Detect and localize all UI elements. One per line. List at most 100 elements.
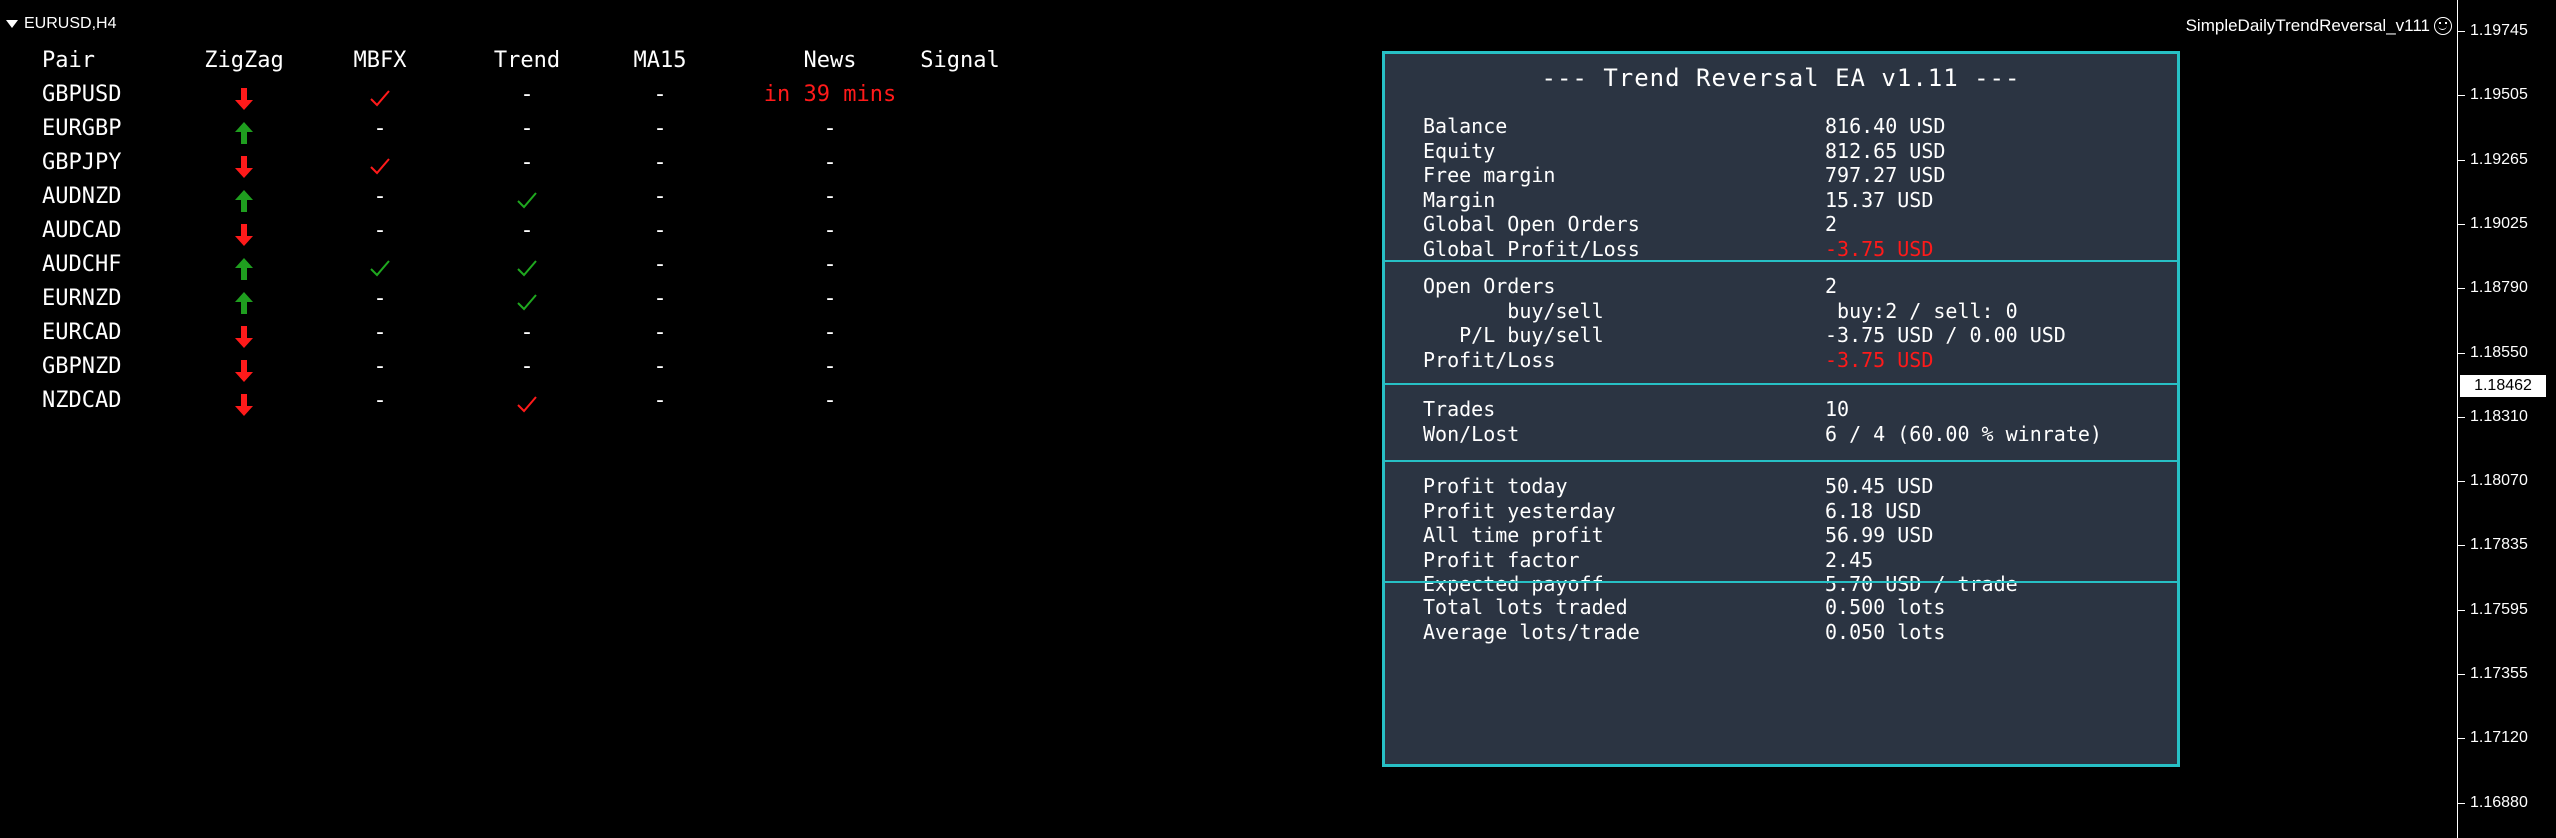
tick-mark [2458,159,2465,161]
panel-row-label: Trades [1423,397,1496,421]
tick-mark [2458,545,2465,547]
trend-cell: - [520,82,534,107]
pair-cell: EURGBP [42,116,122,141]
panel-row: Total lots traded 0.500 lots [1385,595,2177,619]
news-cell: in 39 mins [763,82,897,107]
mbfx-cell: - [373,320,387,345]
pair-cell: EURNZD [42,286,122,311]
arrow-up-icon [233,120,255,146]
news-cell: - [823,116,837,141]
symbol-timeframe: EURUSD,H4 [24,15,117,32]
zigzag-cell [194,184,294,216]
tick-label: 1.19025 [2470,214,2528,232]
current-price-label: 1.18462 [2460,375,2546,397]
mbfx-cell: - [373,388,387,413]
check-green-icon [516,190,538,210]
news-cell: - [823,388,837,413]
panel-title: --- Trend Reversal EA v1.11 --- [1541,64,2021,92]
trend-cell: - [520,150,534,175]
trend-cell [467,388,587,414]
check-red-icon [516,394,538,414]
header-ma15: MA15 [633,48,687,73]
news-cell: - [823,354,837,379]
panel-row-label: Balance [1423,114,1508,138]
tick-mark [2458,416,2465,418]
price-axis[interactable]: 1.19745 1.19505 1.19265 1.19025 1.18790 1.185… [2457,0,2556,838]
zigzag-cell [194,320,294,352]
pair-cell: AUDCAD [42,218,122,243]
panel-row: All time profit 56.99 USD [1385,523,2177,547]
ma15-cell: - [653,116,667,141]
tick-label: 1.17595 [2470,600,2528,618]
panel-row: Average lots/trade 0.050 lots [1385,620,2177,644]
panel-row-value: -3.75 USD [1825,236,1934,261]
price-tick: 1.19505 [2458,86,2556,106]
price-tick: 1.19745 [2458,22,2556,42]
panel-row-label: Equity [1423,138,1496,163]
check-green-icon [369,258,391,278]
zigzag-cell [194,388,294,420]
tick-label: 1.18790 [2470,279,2528,297]
panel-row: Free margin 797.27 USD [1385,163,2177,187]
panel-section: Total lots traded 0.500 lots Average lots/… [1385,581,2177,644]
check-red-icon [369,156,391,176]
ma15-cell: - [653,286,667,311]
mbfx-cell: - [373,218,387,243]
ma15-cell: - [653,82,667,107]
zigzag-cell [194,286,294,318]
panel-row-value: 816.40 USD [1825,114,1946,138]
check-green-icon [516,258,538,278]
panel-row-value: 0.500 lots [1825,595,1946,619]
ma15-cell: - [653,252,667,277]
pair-cell: AUDNZD [42,184,122,209]
tick-label: 1.18070 [2470,472,2528,490]
panel-row: Global Profit/Loss -3.75 USD [1385,237,2177,261]
expert-advisor-label[interactable]: SimpleDailyTrendReversal_v111 [2186,16,2452,36]
tick-label: 1.18550 [2470,343,2528,361]
check-red-icon [369,88,391,108]
news-cell: - [823,150,837,175]
panel-row-label: P/L buy/sell [1423,323,1604,347]
panel-row-value: 2.45 [1825,547,1874,572]
tick-label: 1.16880 [2470,793,2528,811]
panel-row: Global Open Orders 2 [1385,212,2177,236]
panel-row-label: Total lots traded [1423,595,1628,619]
panel-row-label: Margin [1423,187,1496,212]
panel-row: P/L buy/sell -3.75 USD / 0.00 USD [1385,323,2177,347]
panel-row-label: Profit/Loss [1423,347,1556,372]
panel-row: Open Orders 2 [1385,274,2177,298]
panel-row-value: 10 [1825,397,1850,421]
panel-row-label: Expected payoff [1423,572,1604,596]
arrow-down-icon [233,358,255,384]
panel-row: Won/Lost 6 / 4 (60.00 % winrate) [1385,422,2177,446]
tick-mark [2458,738,2465,740]
price-tick: 1.18310 [2458,408,2556,428]
tick-mark [2458,223,2465,225]
panel-row-value: -3.75 USD [1825,347,1934,372]
panel-row-value: 5.70 USD / trade [1825,572,2018,596]
zigzag-cell [194,218,294,250]
price-tick: 1.19265 [2458,151,2556,171]
panel-row-value: 2 [1825,212,1838,236]
trend-cell [467,252,587,278]
header-trend: Trend [493,48,561,73]
ea-info-panel: --- Trend Reversal EA v1.11 --- Balance 8… [1382,51,2180,767]
panel-row-label: Open Orders [1423,274,1556,298]
tick-label: 1.19505 [2470,86,2528,104]
tick-mark [2458,352,2465,354]
pair-cell: AUDCHF [42,252,122,277]
trend-cell: - [520,218,534,243]
price-tick: 1.18070 [2458,472,2556,492]
price-tick: 1.19025 [2458,215,2556,235]
price-tick: 1.17355 [2458,665,2556,685]
price-tick: 1.17595 [2458,601,2556,621]
dropdown-triangle-icon[interactable] [6,20,18,28]
panel-row: Equity 812.65 USD [1385,139,2177,163]
news-cell: - [823,252,837,277]
price-tick: 1.18550 [2458,344,2556,364]
pair-cell: EURCAD [42,320,122,345]
chart-symbol-label[interactable]: EURUSD,H4 [6,14,116,34]
header-zigzag: ZigZag [204,48,284,73]
smiley-icon[interactable] [2434,17,2452,35]
arrow-up-icon [233,188,255,214]
